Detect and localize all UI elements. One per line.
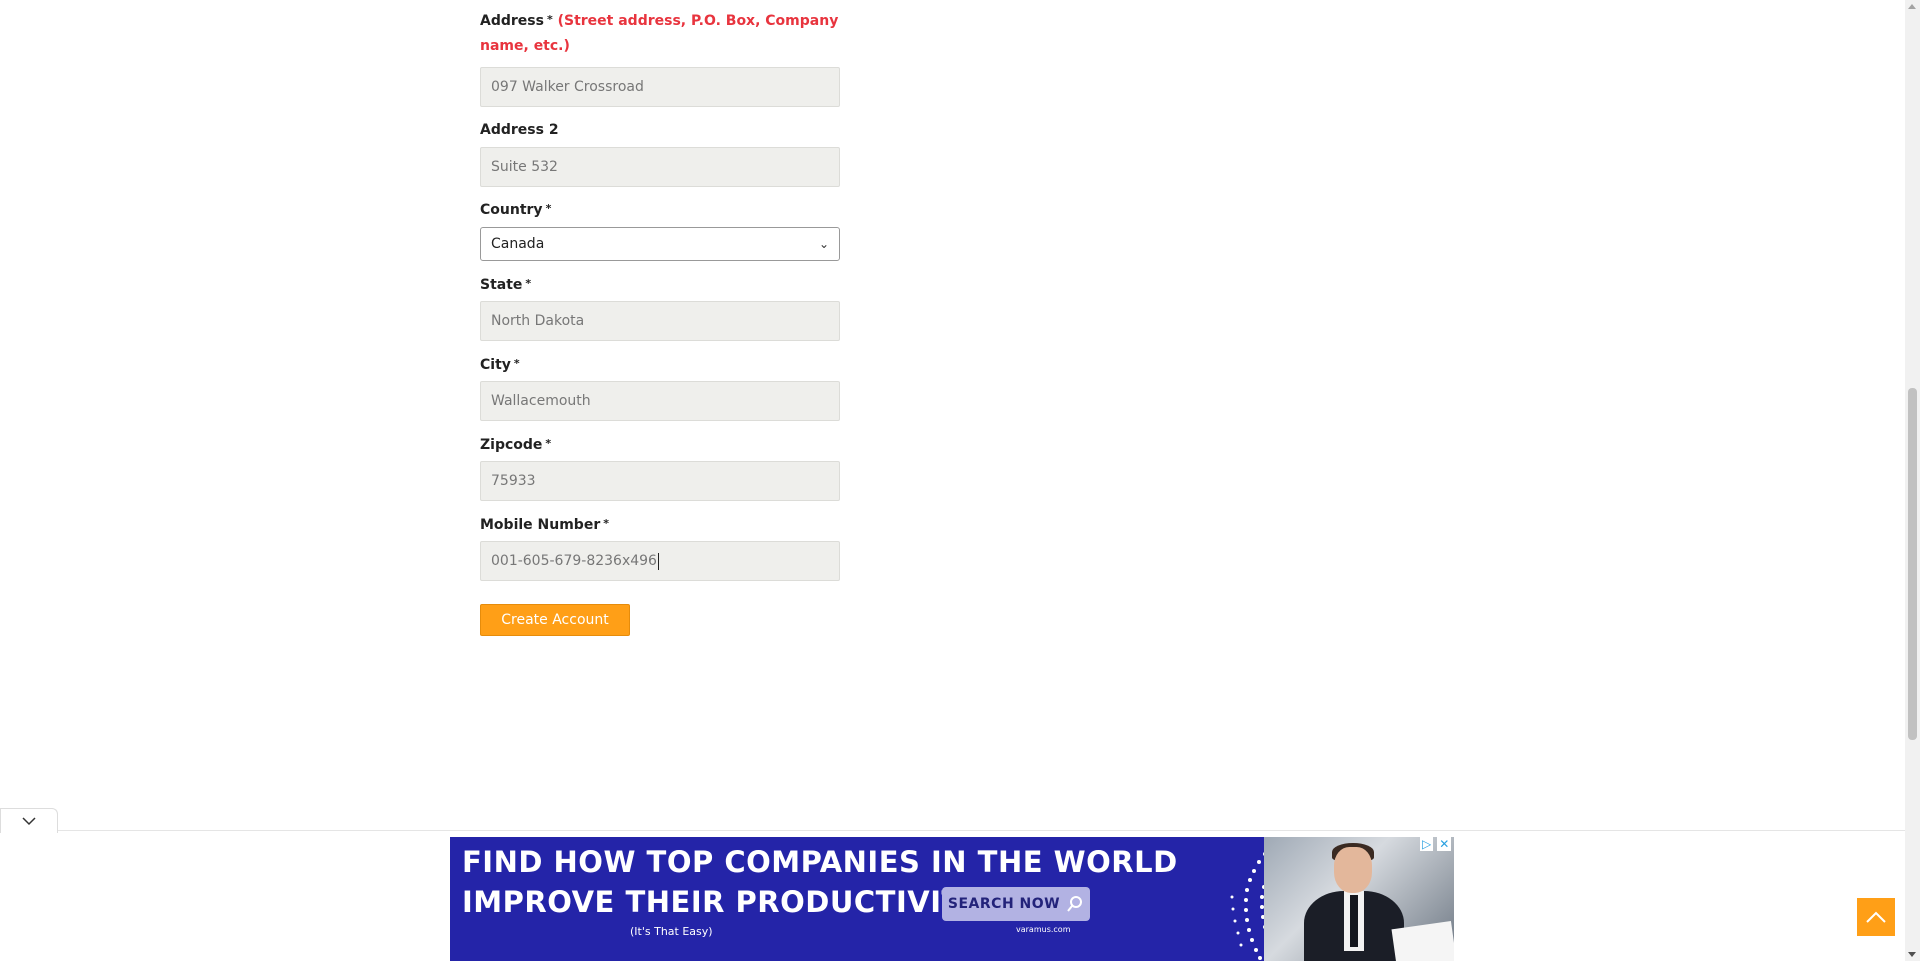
scroll-up-icon[interactable] — [1908, 4, 1916, 9]
chevron-down-icon: ⌄ — [818, 237, 829, 251]
state-label: State * — [480, 273, 531, 298]
ad-collapse-button[interactable] — [0, 808, 58, 833]
country-label: Country * — [480, 198, 551, 223]
state-input[interactable] — [480, 301, 840, 341]
address-label: Address * (Street address, P.O. Box, Comp… — [480, 9, 840, 59]
search-icon — [1067, 896, 1083, 912]
mobile-label: Mobile Number * — [480, 513, 609, 538]
required-marker: * — [603, 517, 609, 530]
address2-input[interactable] — [480, 147, 840, 187]
address-label-text: Address — [480, 13, 544, 29]
arrow-up-icon — [1866, 911, 1886, 923]
country-select[interactable]: Canada ⌄ — [480, 227, 840, 261]
city-label: City * — [480, 353, 520, 378]
required-marker: * — [545, 437, 552, 450]
address2-label-text: Address 2 — [480, 122, 559, 138]
address-input[interactable] — [480, 67, 840, 107]
create-account-label: Create Account — [501, 612, 609, 628]
state-label-text: State — [480, 277, 523, 293]
city-label-text: City — [480, 357, 511, 373]
ad-search-button[interactable]: SEARCH NOW — [942, 887, 1090, 921]
country-label-text: Country — [480, 202, 543, 218]
ad-tagline: (It's That Easy) — [630, 925, 713, 938]
scrollbar-thumb[interactable] — [1908, 388, 1917, 740]
ad-controls: ▷ ✕ — [1420, 837, 1452, 851]
required-marker: * — [546, 13, 553, 26]
required-marker: * — [513, 357, 520, 370]
close-icon[interactable]: ✕ — [1437, 837, 1452, 851]
chevron-down-icon — [22, 817, 36, 826]
ad-search-label: SEARCH NOW — [947, 896, 1061, 912]
required-marker: * — [525, 277, 532, 290]
zipcode-input[interactable] — [480, 461, 840, 501]
ad-headline-line1: FIND HOW TOP COMPANIES IN THE WORLD — [462, 845, 1178, 879]
page-scrollbar[interactable] — [1905, 0, 1920, 961]
ad-headline-line2: IMPROVE THEIR PRODUCTIVITY — [462, 885, 984, 919]
scroll-down-icon[interactable] — [1908, 952, 1916, 957]
zipcode-label: Zipcode * — [480, 433, 551, 458]
text-cursor — [657, 552, 659, 570]
required-marker: * — [545, 202, 552, 215]
zipcode-label-text: Zipcode — [480, 437, 543, 453]
create-account-button[interactable]: Create Account — [480, 604, 630, 636]
scroll-top-button[interactable] — [1857, 898, 1895, 936]
ad-brand: varamus.com — [1016, 925, 1071, 934]
mobile-input-value: 001-605-679-8236x496 — [491, 553, 657, 569]
city-input[interactable] — [480, 381, 840, 421]
mobile-input[interactable]: 001-605-679-8236x496 — [480, 541, 840, 581]
ad-photo — [1264, 837, 1454, 961]
address2-label: Address 2 — [480, 118, 559, 143]
ad-banner[interactable]: FIND HOW TOP COMPANIES IN THE WORLD IMPR… — [450, 837, 1454, 961]
mobile-label-text: Mobile Number — [480, 517, 601, 533]
adchoices-icon[interactable]: ▷ — [1420, 837, 1434, 851]
country-selected-value: Canada — [491, 236, 545, 252]
